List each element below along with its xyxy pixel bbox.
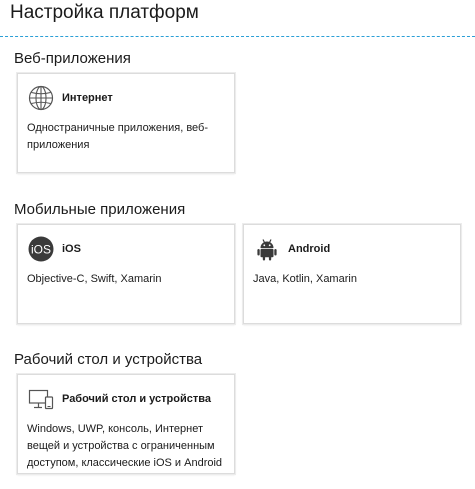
platform-card-desktop[interactable]: Рабочий стол и устройства Windows, UWP, … [17, 374, 235, 474]
platform-card-web[interactable]: Интернет Одностраничные приложения, веб-… [17, 73, 235, 173]
platform-card-title: Рабочий стол и устройства [62, 393, 211, 405]
section-heading-mobile: Мобильные приложения [14, 201, 186, 218]
title-divider [0, 36, 475, 37]
section-heading-desktop: Рабочий стол и устройства [14, 351, 203, 368]
platform-card-description: Windows, UWP, консоль, Интернет вещей и … [27, 423, 223, 469]
platform-card-description: Objective-C, Swift, Xamarin [27, 273, 162, 285]
platform-card-title: Android [288, 243, 331, 255]
ios-icon: iOS [27, 235, 55, 263]
platform-card-title: iOS [62, 243, 81, 255]
platform-card-description: Одностраничные приложения, веб-приложени… [27, 122, 209, 151]
android-icon [253, 235, 281, 263]
platform-card-description: Java, Kotlin, Xamarin [253, 273, 357, 285]
section-heading-web: Веб-приложения [14, 50, 131, 67]
platform-card-android[interactable]: Android Java, Kotlin, Xamarin [243, 224, 461, 324]
page-title: Настройка платформ [10, 2, 199, 23]
globe-icon [27, 84, 55, 112]
platform-card-title: Интернет [62, 92, 113, 104]
platform-card-ios[interactable]: iOS iOS Objective-C, Swift, Xamarin [17, 224, 235, 324]
desktop-device-icon [27, 385, 55, 413]
ios-icon-label: iOS [31, 243, 51, 257]
